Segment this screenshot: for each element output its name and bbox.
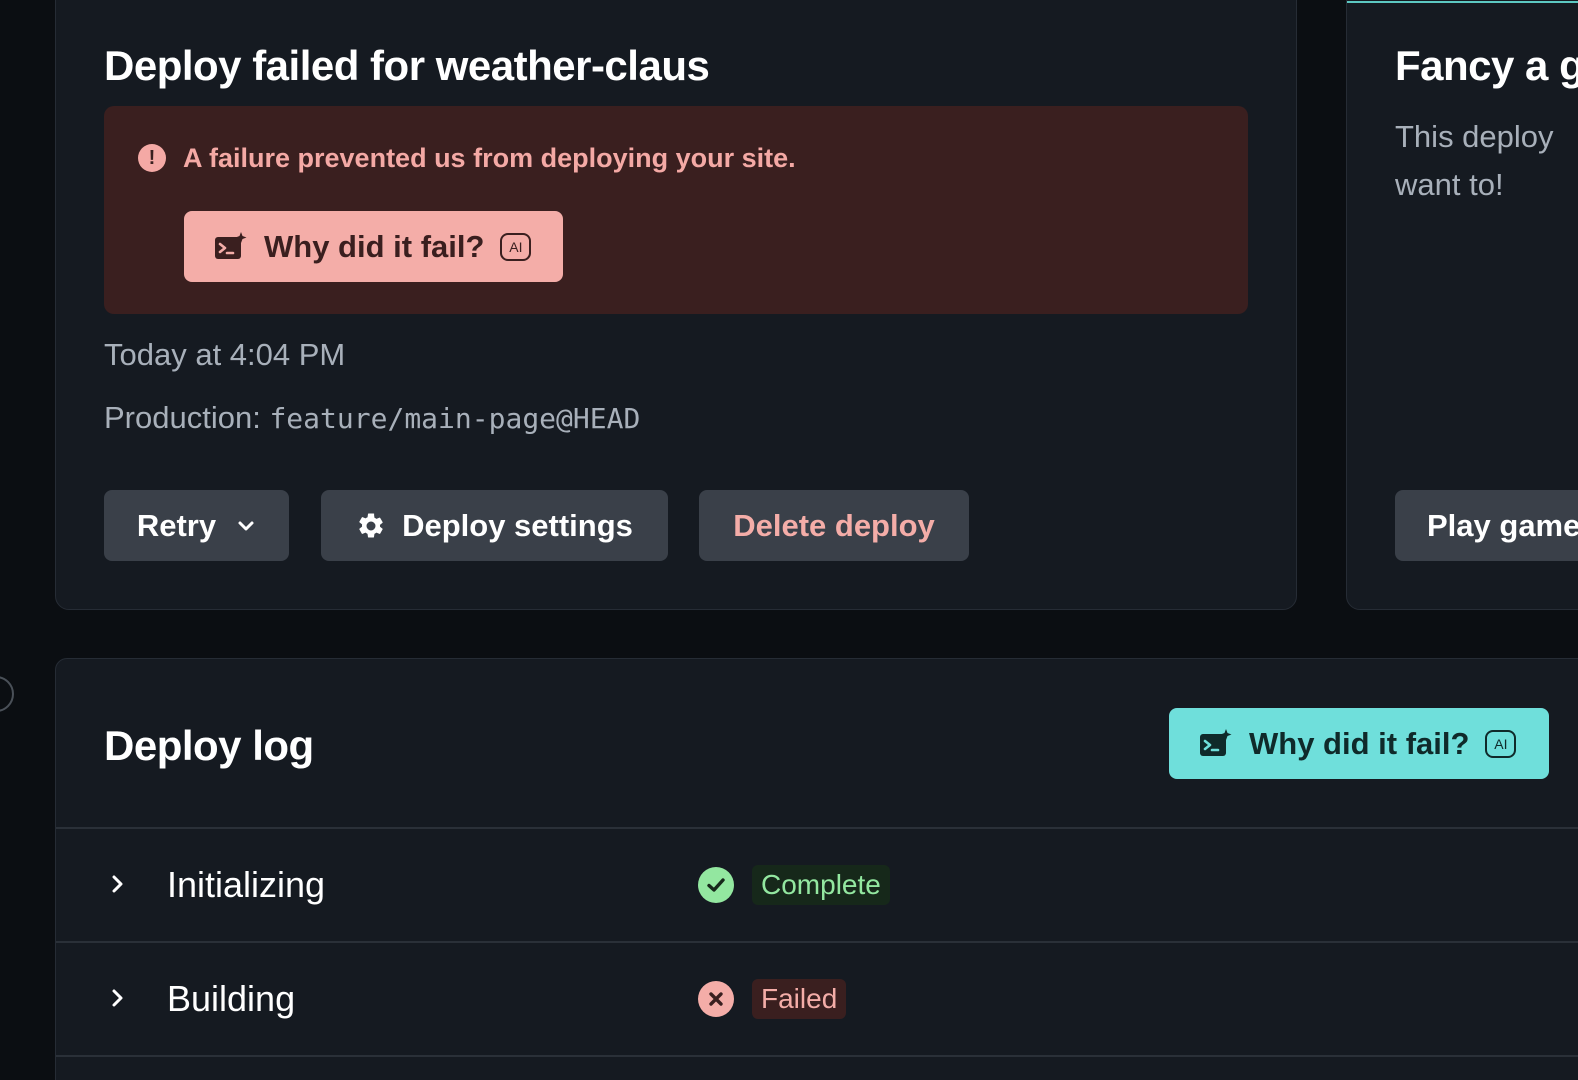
retry-label: Retry [136, 507, 217, 543]
status-badge: Complete [752, 865, 890, 905]
why-did-it-fail-label: Why did it fail? [264, 228, 485, 264]
delete-deploy-label: Delete deploy [733, 507, 935, 543]
log-why-did-it-fail-button[interactable]: Why did it fail? AI [1169, 708, 1549, 779]
play-game-button[interactable]: Play game [1395, 490, 1578, 561]
ai-badge: AI [1485, 729, 1517, 758]
deploy-title: Deploy failed for weather-claus [104, 42, 710, 89]
exclamation-circle-icon: ! [138, 144, 166, 172]
game-card-title: Fancy a g [1395, 42, 1578, 89]
game-card: Fancy a g This deploy want to! Play game [1346, 0, 1578, 610]
deploy-summary-card: Deploy failed for weather-claus ! A fail… [55, 0, 1297, 610]
deploy-page: Deploy failed for weather-claus ! A fail… [0, 0, 1578, 1080]
game-card-accent [1347, 1, 1578, 3]
status-badge: Failed [752, 979, 847, 1019]
terminal-sparkle-icon [215, 231, 247, 259]
x-circle-icon [698, 981, 734, 1017]
deploy-log-title: Deploy log [104, 722, 314, 769]
log-divider [56, 1055, 1578, 1057]
log-row-label: Initializing [167, 864, 326, 905]
game-card-text: This deploy want to! [1395, 113, 1554, 209]
chevron-right-icon[interactable] [106, 987, 128, 1009]
why-did-it-fail-button[interactable]: Why did it fail? AI [184, 211, 563, 282]
production-label: Production: [104, 400, 261, 435]
production-info: Production: feature/main-page@HEAD [104, 402, 640, 433]
chevron-down-icon [238, 521, 254, 530]
chevron-right-icon[interactable] [106, 873, 128, 895]
gear-icon [359, 512, 383, 537]
terminal-sparkle-icon [1200, 728, 1232, 756]
deploy-settings-button[interactable]: Deploy settings [321, 490, 668, 561]
log-row-initializing[interactable]: Initializing Complete [56, 829, 1578, 941]
rail-toggle-button[interactable] [0, 676, 14, 712]
ai-badge: AI [500, 232, 532, 261]
play-game-label: Play game [1427, 507, 1578, 543]
deploy-log-card: Deploy log Why did it fail? AI Initializ… [55, 658, 1578, 1080]
retry-button[interactable]: Retry [104, 490, 289, 561]
game-card-text-line1: This deploy [1395, 119, 1554, 154]
log-row-label: Building [167, 978, 296, 1019]
production-ref: feature/main-page@HEAD [269, 402, 641, 435]
deploy-settings-label: Deploy settings [402, 507, 633, 543]
log-why-did-it-fail-label: Why did it fail? [1249, 725, 1470, 761]
left-rail [0, 0, 10, 1080]
check-circle-icon [698, 867, 734, 903]
alert-message: A failure prevented us from deploying yo… [183, 143, 796, 173]
deploy-timestamp: Today at 4:04 PM [104, 337, 346, 372]
delete-deploy-button[interactable]: Delete deploy [699, 490, 969, 561]
game-card-text-line2: want to! [1395, 167, 1504, 202]
failure-alert: ! A failure prevented us from deploying … [104, 106, 1248, 314]
log-row-building[interactable]: Building Failed [56, 943, 1578, 1055]
